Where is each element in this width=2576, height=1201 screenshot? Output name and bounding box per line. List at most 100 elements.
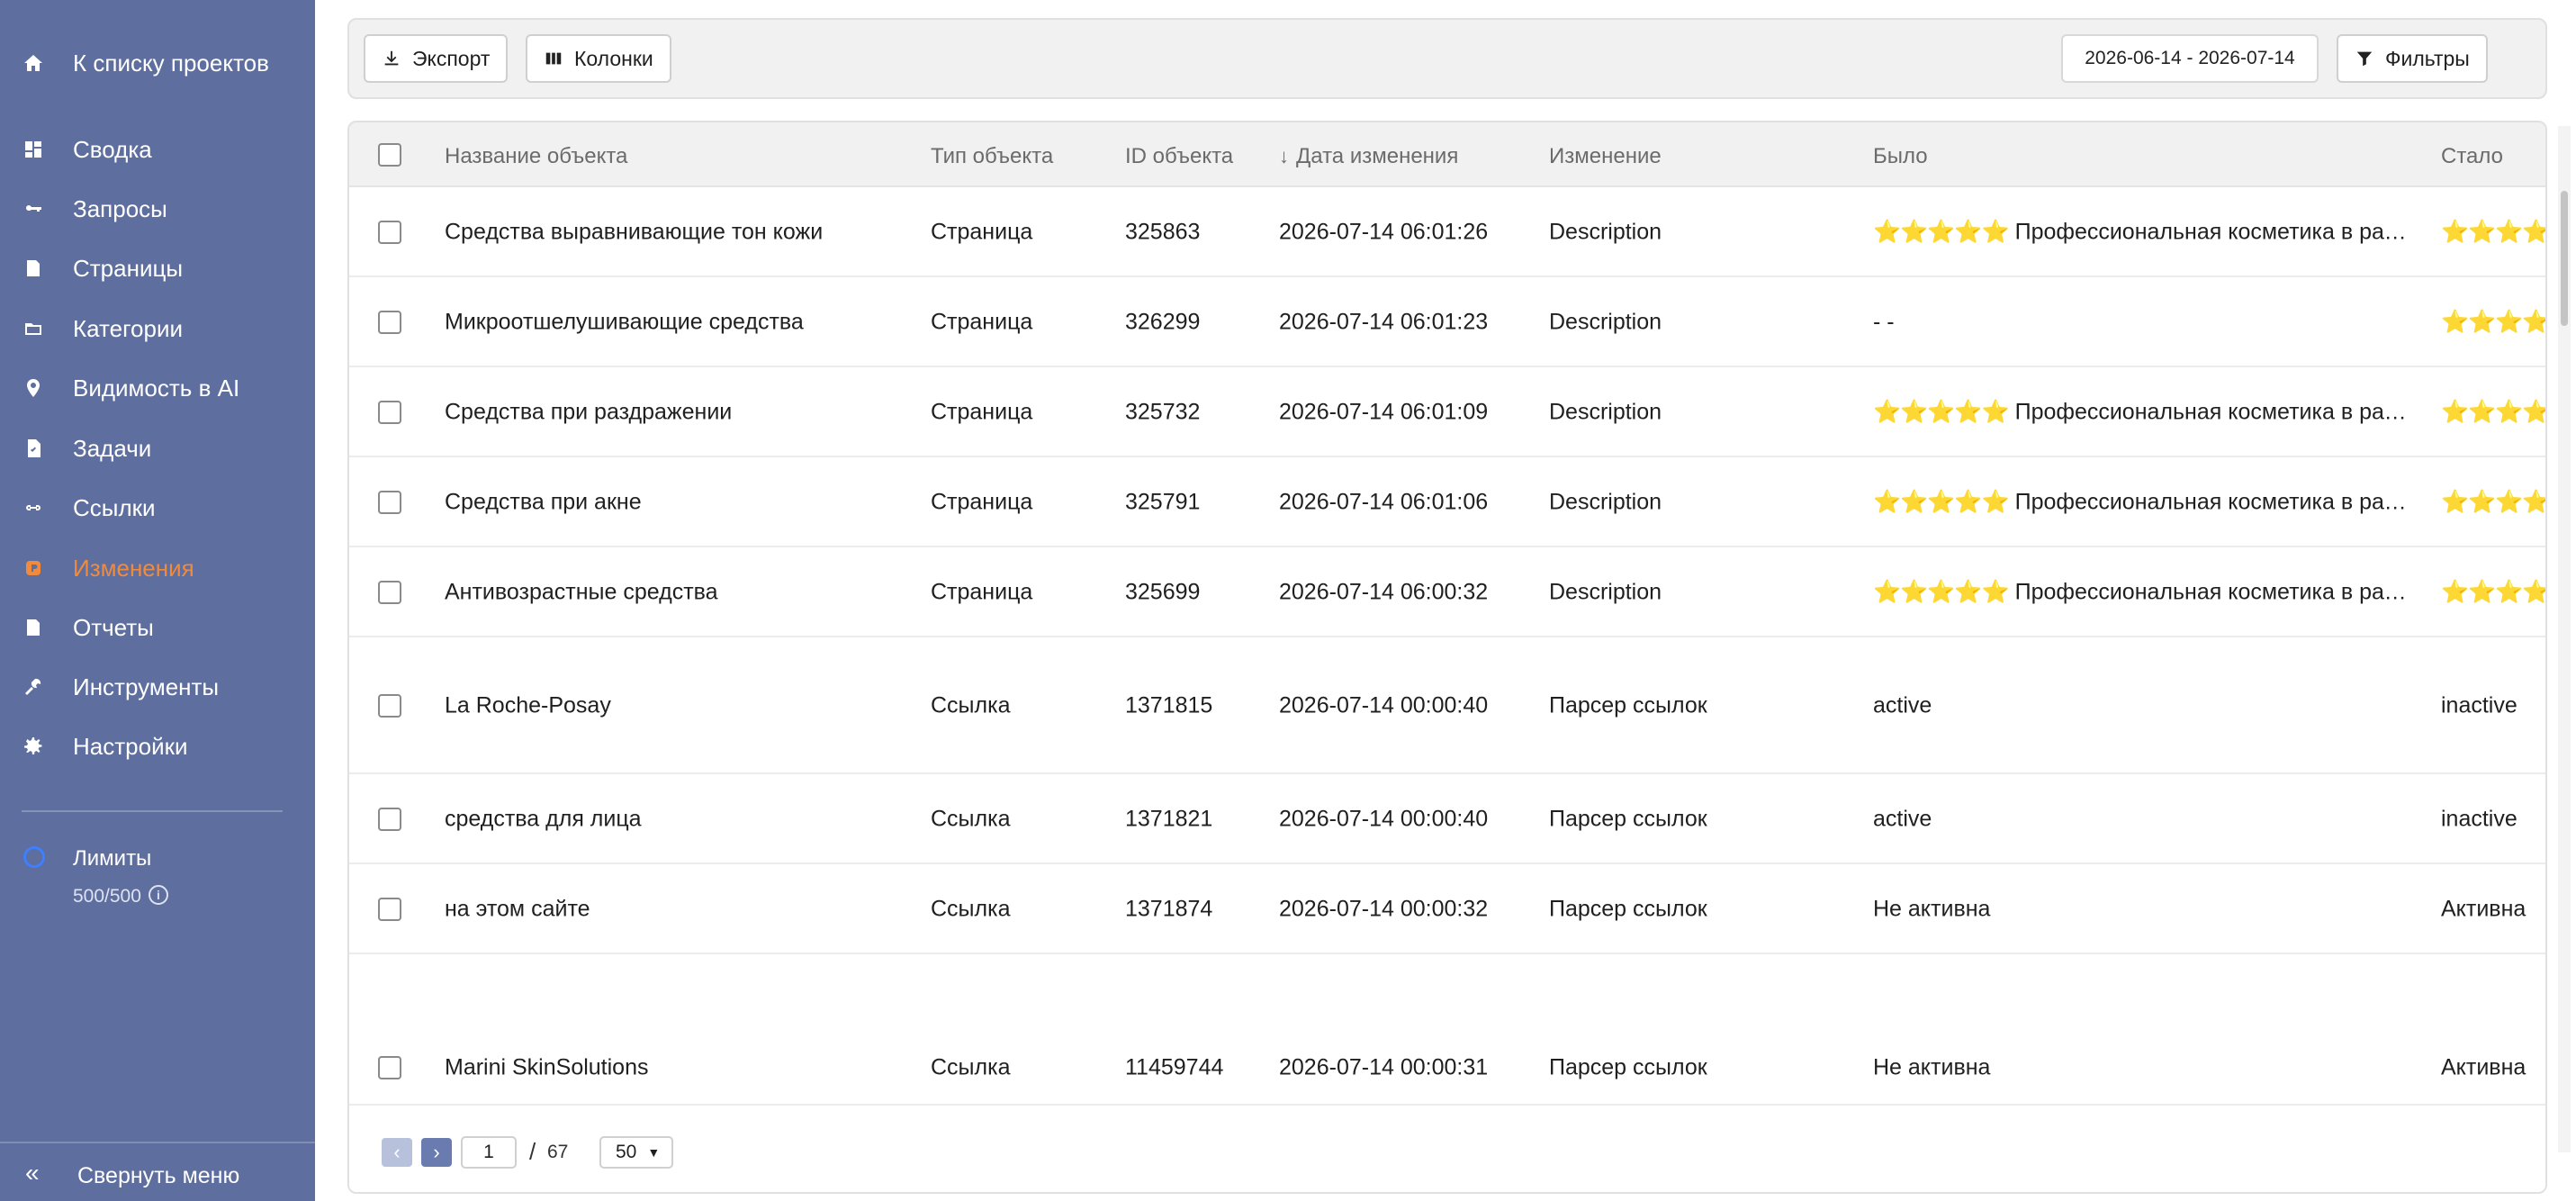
double-chevron-left-icon: «: [25, 1159, 40, 1187]
vertical-scrollbar[interactable]: [2558, 126, 2571, 1152]
cell-date: 2026-07-14 00:00:31: [1279, 1054, 1489, 1080]
col-change[interactable]: Изменение: [1549, 144, 1662, 169]
export-button[interactable]: Экспорт: [364, 34, 509, 83]
sidebar-item-label: Сводка: [73, 135, 152, 163]
link-icon: [22, 496, 45, 519]
cell-change: Парсер ссылок: [1549, 896, 1707, 922]
sidebar-item-3[interactable]: Категории: [0, 302, 315, 356]
page-total: 67: [547, 1142, 569, 1162]
cell-now-text: inactive: [2441, 692, 2517, 718]
info-icon[interactable]: i: [149, 885, 168, 905]
sidebar-item-6[interactable]: Ссылки: [0, 481, 315, 535]
sidebar-item-0[interactable]: Сводка: [0, 122, 315, 176]
cell-now-text: inactive: [2441, 806, 2517, 832]
cell-now-text: Активна: [2441, 896, 2526, 922]
row-checkbox[interactable]: [378, 808, 401, 831]
page-number-input[interactable]: 1: [461, 1136, 517, 1169]
table-row[interactable]: Средства выравнивающие тон кожи Страница 3…: [349, 187, 2545, 277]
back-to-projects-link[interactable]: К списку проектов: [0, 36, 315, 90]
cell-change: Description: [1549, 309, 1662, 335]
row-checkbox[interactable]: [378, 401, 401, 424]
row-checkbox[interactable]: [378, 694, 401, 718]
task-icon: [22, 437, 45, 460]
pagination: ‹ › 1 / 67 50 ▼: [349, 1104, 2545, 1192]
cell-was-text: - -: [1873, 309, 1895, 335]
date-range-picker[interactable]: 2026-06-14 - 2026-07-14: [2061, 34, 2319, 83]
rating-stars-icon: ⭐⭐⭐⭐⭐: [1873, 219, 2010, 245]
sidebar-item-label: Страницы: [73, 254, 184, 282]
cell-was: active: [1873, 807, 2413, 833]
cell-was-text: Профессиональная косметика в разде...: [2014, 399, 2413, 425]
table-row[interactable]: La Roche-Posay Ссылка 1371815 2026-07-14 00…: [349, 637, 2545, 774]
col-now[interactable]: Стало: [2441, 144, 2503, 169]
cell-was: - -: [1873, 310, 2413, 336]
table-row[interactable]: Средства при раздражении Страница 325732 20…: [349, 367, 2547, 457]
cell-was: ⭐⭐⭐⭐⭐ Профессиональная косметика в разде…: [1873, 220, 2413, 246]
pin-icon: [22, 376, 45, 400]
cell-change: Парсер ссылок: [1549, 806, 1707, 832]
select-all-checkbox[interactable]: [378, 143, 401, 167]
row-checkbox[interactable]: [378, 1056, 401, 1079]
col-object-id[interactable]: ID объекта: [1125, 144, 1233, 169]
cell-was-text: active: [1873, 692, 1932, 718]
scrollbar-thumb[interactable]: [2561, 191, 2568, 326]
cell-id: 325732: [1125, 399, 1201, 425]
cell-was: ⭐⭐⭐⭐⭐ Профессиональная косметика в разде…: [1873, 400, 2413, 426]
table-row[interactable]: Антивозрастные средства Страница 325699 202…: [349, 547, 2545, 637]
cell-name: Marini SkinSolutions: [445, 1054, 649, 1080]
row-checkbox[interactable]: [378, 221, 401, 244]
cell-change: Парсер ссылок: [1549, 1054, 1707, 1080]
row-checkbox[interactable]: [378, 491, 401, 514]
row-checkbox[interactable]: [378, 898, 401, 921]
sidebar-item-7[interactable]: Изменения: [0, 541, 315, 595]
sidebar-item-2[interactable]: Страницы: [0, 241, 315, 295]
rating-stars-icon: ⭐⭐⭐⭐⭐: [2441, 399, 2547, 425]
cell-name: на этом сайте: [445, 896, 590, 922]
sidebar-item-label: Ссылки: [73, 493, 156, 521]
sidebar-item-5[interactable]: Задачи: [0, 421, 315, 475]
rating-stars-icon: ⭐⭐⭐⭐⭐: [1873, 489, 2010, 515]
prev-page-button[interactable]: ‹: [382, 1138, 412, 1167]
table-row[interactable]: на этом сайте Ссылка 1371874 2026-07-14 00:…: [349, 864, 2545, 954]
sidebar-item-10[interactable]: Настройки: [0, 719, 315, 773]
filters-button[interactable]: Фильтры: [2337, 34, 2488, 83]
cell-now-text: Активна: [2441, 1054, 2526, 1080]
cell-change: Description: [1549, 489, 1662, 515]
col-object-type[interactable]: Тип объекта: [931, 144, 1053, 169]
cell-name: Средства при акне: [445, 489, 642, 515]
sidebar-item-label: Настройки: [73, 732, 188, 760]
collapse-menu-button[interactable]: « Свернуть меню: [0, 1142, 315, 1201]
table-row[interactable]: Средства при акне Страница 325791 2026-07-1…: [349, 457, 2545, 547]
cell-type: Страница: [931, 309, 1033, 335]
page-size-select[interactable]: 50 ▼: [599, 1136, 673, 1169]
limits-title: Лимиты: [73, 846, 152, 871]
sidebar-item-label: Видимость в AI: [73, 374, 240, 402]
table-row[interactable]: Marini SkinSolutions Ссылка 11459744 2026-0…: [349, 954, 2545, 1104]
cell-id: 325791: [1125, 489, 1201, 515]
sidebar-item-4[interactable]: Видимость в AI: [0, 361, 315, 415]
cell-id: 326299: [1125, 309, 1201, 335]
col-change-date[interactable]: ↓ Дата изменения: [1279, 144, 1458, 169]
columns-button[interactable]: Колонки: [526, 34, 671, 83]
row-checkbox[interactable]: [378, 311, 401, 334]
next-page-button[interactable]: ›: [421, 1138, 452, 1167]
main-content: Экспорт Колонки 2026-06-14 - 2026-07-14 …: [315, 0, 2576, 1201]
cell-was: active: [1873, 693, 2413, 719]
table-row[interactable]: средства для лица Ссылка 1371821 2026-07-14…: [349, 774, 2545, 864]
back-to-projects-label: К списку проектов: [73, 49, 269, 77]
row-checkbox[interactable]: [378, 581, 401, 604]
col-object-name[interactable]: Название объекта: [445, 144, 627, 169]
table-row[interactable]: Микроотшелушивающие средства Страница 3262…: [349, 277, 2545, 367]
cell-now: inactive: [2441, 692, 2545, 719]
col-was[interactable]: Было: [1873, 144, 1928, 169]
sidebar-item-1[interactable]: Запросы: [0, 182, 315, 236]
dashboard-icon: [22, 138, 45, 161]
sidebar-item-9[interactable]: Инструменты: [0, 660, 315, 714]
sidebar: К списку проектов Сводка Запросы Страницы К…: [0, 0, 315, 1201]
sidebar-divider: [22, 810, 283, 812]
sidebar-item-8[interactable]: Отчеты: [0, 600, 315, 655]
page-icon: [22, 257, 45, 280]
cell-name: La Roche-Posay: [445, 692, 611, 718]
cell-was-text: Профессиональная косметика в разде...: [2014, 579, 2413, 605]
cell-change: Description: [1549, 579, 1662, 605]
